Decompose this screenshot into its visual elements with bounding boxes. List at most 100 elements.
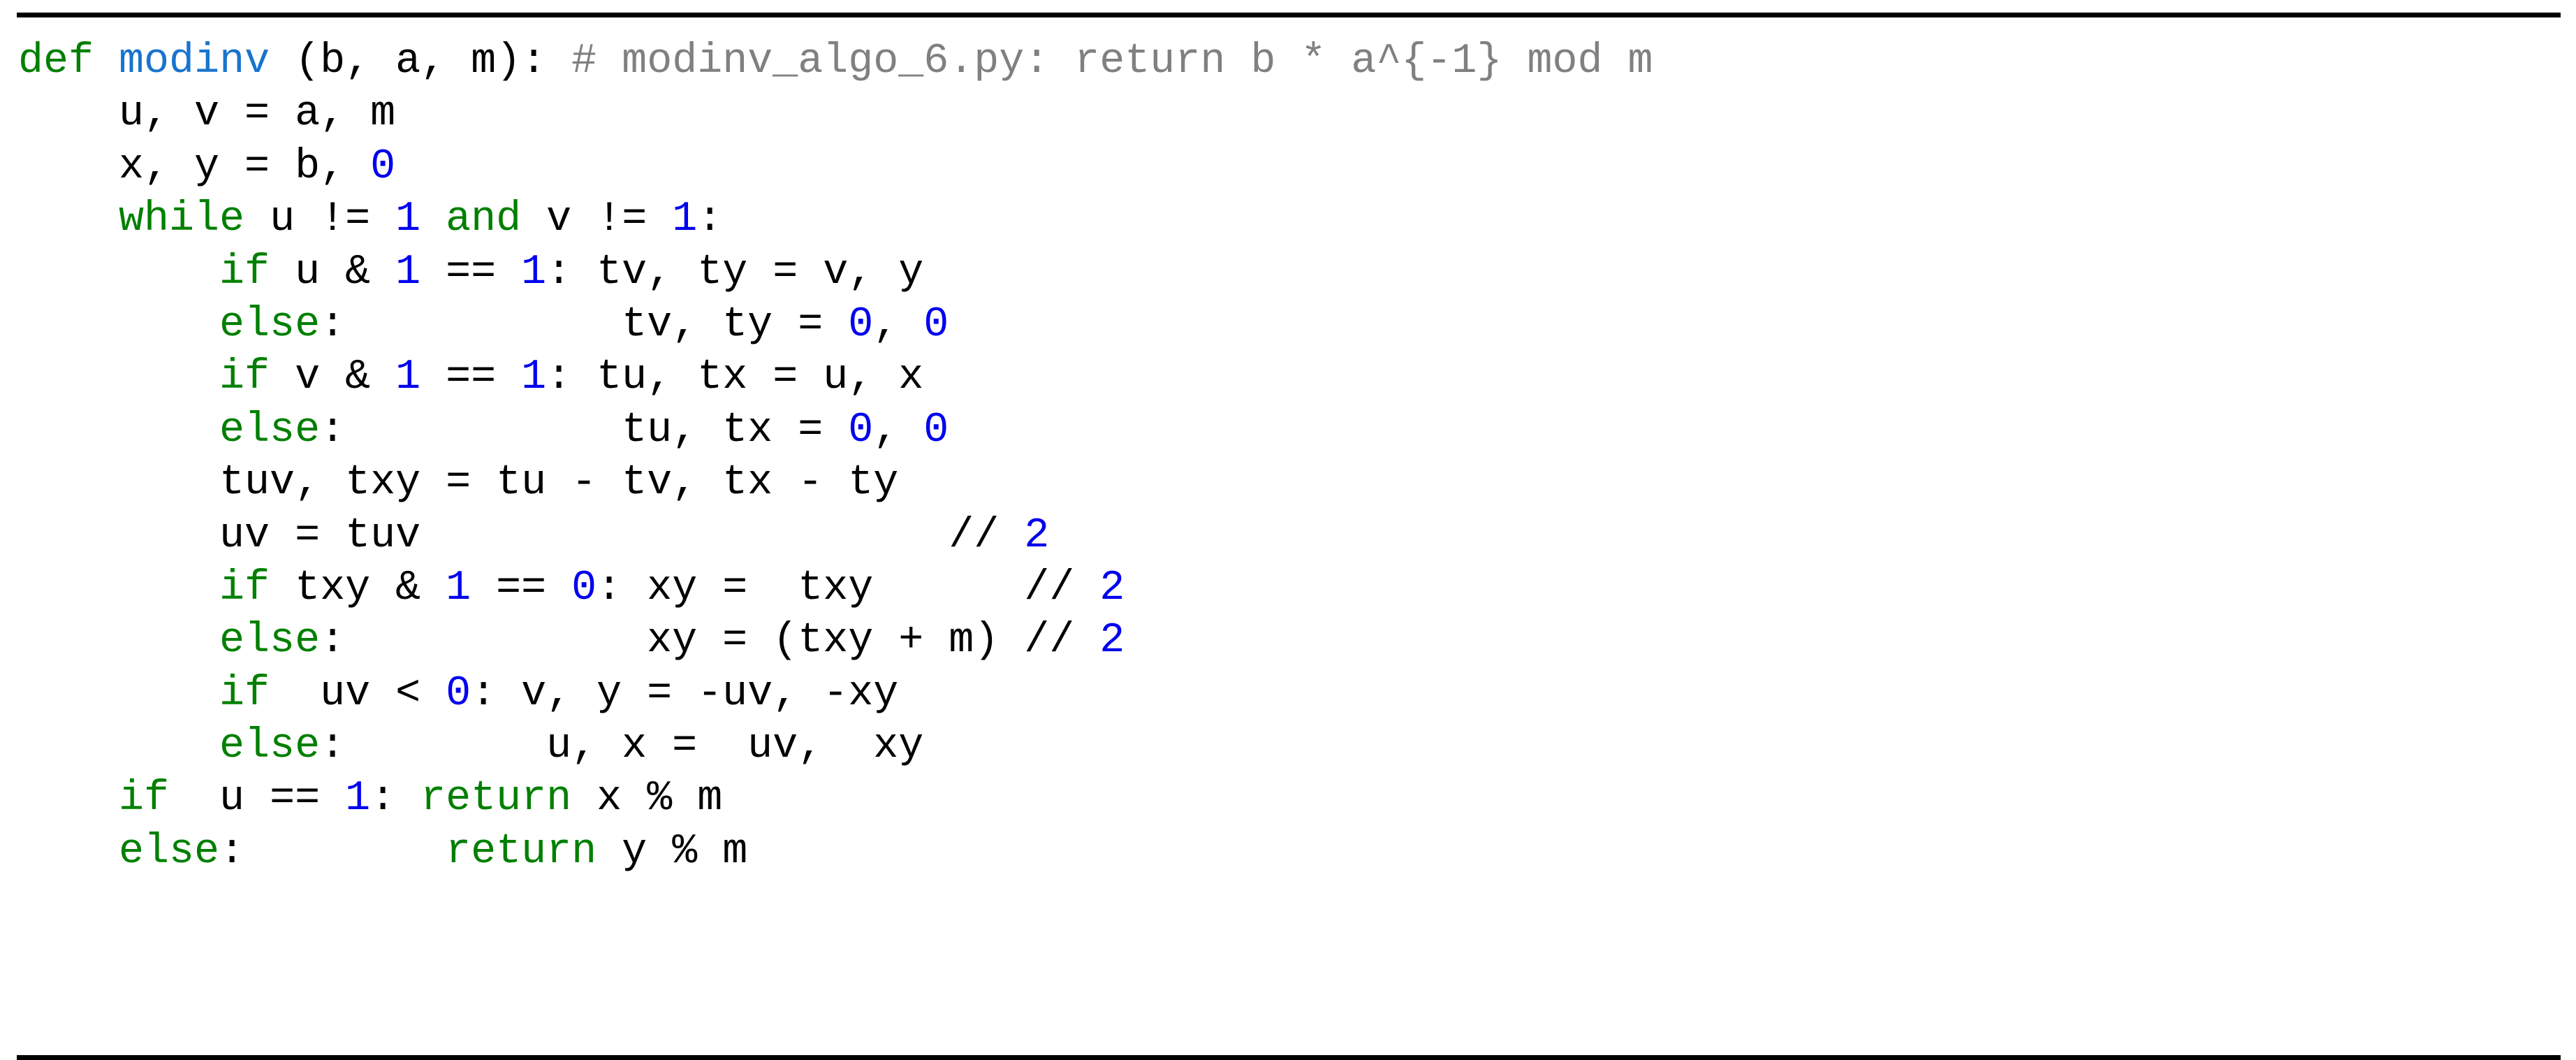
source-code-block[interactable]: def modinv (b, a, m): # modinv_algo_6.py… [18,36,2576,878]
code-token-text: : v, y = -uv, -xy [471,669,899,718]
code-token-keyword: if [219,669,270,718]
code-token-keyword: def [18,38,94,85]
code-token-text: == [420,354,522,402]
code-token-keyword: if [219,354,270,402]
code-token-text: : [219,827,446,876]
code-token-text: y % m [597,827,748,876]
code-token-number: 1 [672,196,698,244]
code-token-number: 1 [395,354,421,402]
code-token-number: 0 [848,300,874,349]
code-token-text: u, v = a, m [119,90,396,138]
code-token-text: tuv, txy = tu - tv, tx - ty [219,459,899,507]
code-token-keyword: return [420,775,572,823]
code-line: tuv, txy = tu - tv, tx - ty [18,457,2576,509]
code-line: x, y = b, 0 [18,141,2576,194]
code-token-keyword: else [219,406,321,454]
code-line: u, v = a, m [18,88,2576,140]
code-token-number: 0 [571,564,597,612]
code-line: else: tv, ty = 0, 0 [18,299,2576,351]
code-token-keyword: else [119,827,220,876]
code-token-number: 0 [923,406,949,454]
code-token-text: uv = tuv // [219,511,1025,560]
code-token-number: 1 [395,248,421,296]
code-token-text: == [420,248,522,296]
code-token-text: : tv, ty = v, y [546,248,924,296]
code-line: else: tu, tx = 0, 0 [18,405,2576,457]
code-token-text: u & [270,248,396,296]
code-token-text: : tv, ty = [320,300,849,349]
code-line: if u == 1: return x % m [18,773,2576,825]
code-token-number: 1 [395,196,421,244]
code-line: def modinv (b, a, m): # modinv_algo_6.py… [18,36,2576,88]
code-token-text: : [697,196,723,244]
code-line: if u & 1 == 1: tv, ty = v, y [18,247,2576,299]
code-token-number: 0 [848,406,874,454]
code-token-text: v != [521,196,673,244]
code-body: def modinv (b, a, m): # modinv_algo_6.py… [0,17,2576,1055]
code-token-keyword: else [219,723,321,771]
code-line: if txy & 1 == 0: xy = txy // 2 [18,562,2576,615]
code-token-keyword: if [119,775,170,823]
code-token-number: 2 [1099,617,1125,665]
code-listing-float: def modinv (b, a, m): # modinv_algo_6.py… [0,0,2576,1060]
code-token-text: txy & [270,564,446,612]
listing-bottom-rule [17,1055,2561,1060]
code-token-text: : xy = (txy + m) // [320,617,1100,665]
code-token-text: : tu, tx = [320,406,849,454]
code-token-function-name: modinv [119,38,270,85]
code-token-text: : xy = txy // [597,564,1100,612]
code-token-keyword: return [446,827,597,876]
code-token-keyword: if [219,248,270,296]
code-token-text: u == [169,775,346,823]
code-token-keyword: if [219,564,270,612]
code-token-keyword: and [446,196,522,244]
code-token-text: : tu, tx = u, x [546,354,924,402]
code-token-number: 1 [521,354,547,402]
code-token-text: , [873,406,924,454]
code-token-text: v & [270,354,396,402]
code-token-number: 2 [1099,564,1125,612]
code-line: while u != 1 and v != 1: [18,194,2576,246]
listing-top-rule [17,13,2561,17]
code-line: uv = tuv // 2 [18,510,2576,562]
code-line: else: u, x = uv, xy [18,720,2576,773]
code-token-text: (b, a, m): [270,38,572,85]
code-token-number: 1 [345,775,371,823]
code-token-number: 0 [446,669,471,718]
code-line: if uv < 0: v, y = -uv, -xy [18,668,2576,720]
code-line: if v & 1 == 1: tu, tx = u, x [18,351,2576,404]
code-token-number: 0 [923,300,949,349]
code-token-number: 1 [521,248,547,296]
code-line: else: return y % m [18,826,2576,878]
code-token-keyword: else [219,300,321,349]
code-token-number: 0 [370,143,396,191]
code-token-keyword: while [119,196,245,244]
code-line: else: xy = (txy + m) // 2 [18,615,2576,667]
code-token-text: : [370,775,421,823]
code-token-text: uv < [270,669,446,718]
code-token-text: x, y = b, [119,143,371,191]
code-token-text: x % m [571,775,723,823]
code-token-keyword: else [219,617,321,665]
code-token-text: : u, x = uv, xy [320,723,924,771]
code-token-number: 1 [446,564,471,612]
code-token-comment: # modinv_algo_6.py: return b * a^{-1} mo… [571,38,1653,85]
code-token-text: , [873,300,924,349]
